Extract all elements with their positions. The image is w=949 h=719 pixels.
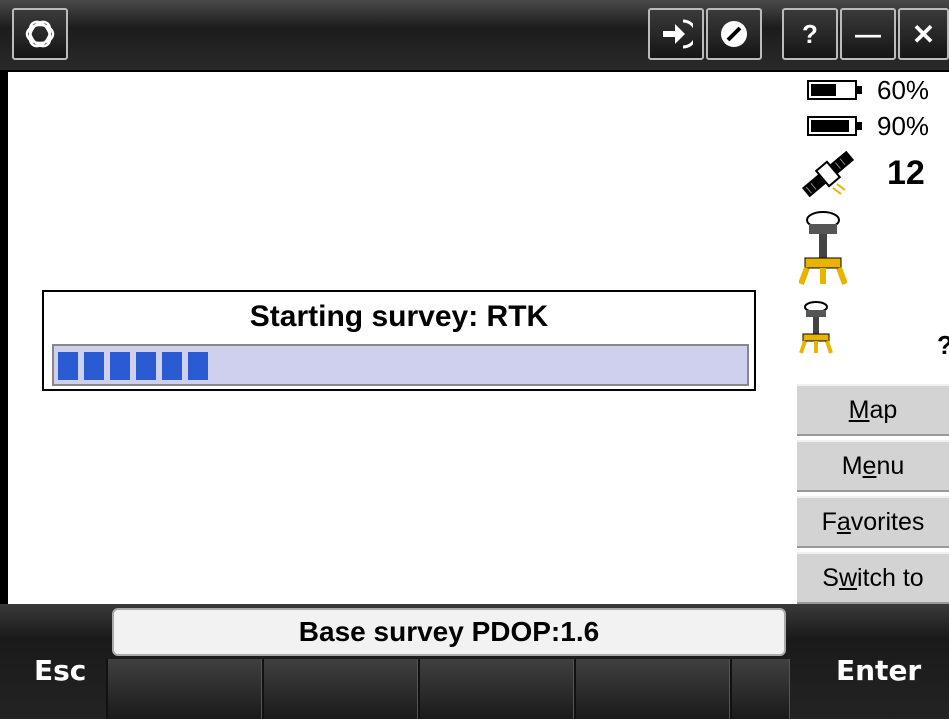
switch-to-button-label-post: itch to: [857, 563, 924, 592]
menu-button-label-post: nu: [876, 451, 905, 480]
menu-button-shortcut: e: [862, 451, 877, 480]
base-status-indicator: ?: [937, 330, 949, 361]
trimble-globe-icon: [25, 20, 55, 48]
rover-receiver-icon: [798, 211, 848, 286]
battery-icon: [807, 80, 862, 100]
satellite-count: 12: [887, 154, 925, 192]
softkey-5[interactable]: [730, 659, 790, 719]
status-panel: 60% 90% 12 M ap M e nu F a vorites S w i…: [793, 72, 949, 604]
main-content: Starting survey: RTK: [8, 72, 793, 604]
progress-segment: [136, 352, 156, 380]
enter-button[interactable]: Enter: [836, 654, 921, 687]
progress-bar: [52, 344, 749, 386]
menu-button-label-pre: M: [841, 451, 863, 480]
switch-to-button[interactable]: Sw itch to: [797, 552, 949, 604]
favorites-button[interactable]: Fa vorites: [797, 496, 949, 548]
connect-button[interactable]: [648, 8, 704, 60]
map-button-shortcut: M: [848, 395, 870, 424]
connect-arrow-icon: [663, 19, 693, 49]
minimize-button[interactable]: —: [840, 8, 896, 60]
menu-button[interactable]: Me nu: [797, 440, 949, 492]
help-button[interactable]: ?: [782, 8, 838, 60]
start-menu-button[interactable]: [12, 8, 68, 60]
softkey-3[interactable]: [418, 659, 574, 719]
progress-dialog: Starting survey: RTK: [42, 290, 756, 391]
switch-to-button-shortcut: w: [838, 563, 858, 592]
softkey-2[interactable]: [262, 659, 418, 719]
battery-status-1[interactable]: 60%: [807, 75, 929, 105]
map-button-label-post: ap: [869, 395, 898, 424]
satellite-icon: [801, 150, 855, 198]
progress-segment: [110, 352, 130, 380]
dialog-title: Starting survey: RTK: [249, 300, 549, 333]
progress-segment: [188, 352, 208, 380]
rover-receiver-status[interactable]: [798, 210, 859, 288]
progress-segment: [58, 352, 78, 380]
battery-percent: 90%: [877, 110, 930, 141]
map-button[interactable]: Map: [797, 384, 949, 436]
disconnect-button[interactable]: [706, 8, 762, 60]
battery-status-2[interactable]: 90%: [807, 111, 929, 141]
favorites-button-label-pre: F: [821, 507, 837, 536]
favorites-button-shortcut: a: [836, 507, 851, 536]
progress-segment: [84, 352, 104, 380]
favorites-button-label-post: vorites: [850, 507, 925, 536]
close-button[interactable]: ✕: [898, 8, 949, 60]
satellite-status[interactable]: 12: [799, 144, 949, 206]
base-receiver-icon: [799, 301, 833, 354]
switch-to-button-label-pre: S: [822, 563, 839, 592]
battery-percent: 60%: [877, 74, 930, 105]
status-line: Base survey PDOP:1.6: [112, 608, 786, 656]
progress-segment: [162, 352, 182, 380]
no-entry-icon: [721, 21, 747, 47]
title-bar: ? — ✕: [0, 0, 949, 70]
esc-button[interactable]: Esc: [34, 654, 86, 687]
base-receiver-status[interactable]: ?: [799, 300, 949, 360]
softkey-4[interactable]: [574, 659, 730, 719]
softkey-1[interactable]: [106, 659, 262, 719]
battery-icon: [807, 116, 862, 136]
